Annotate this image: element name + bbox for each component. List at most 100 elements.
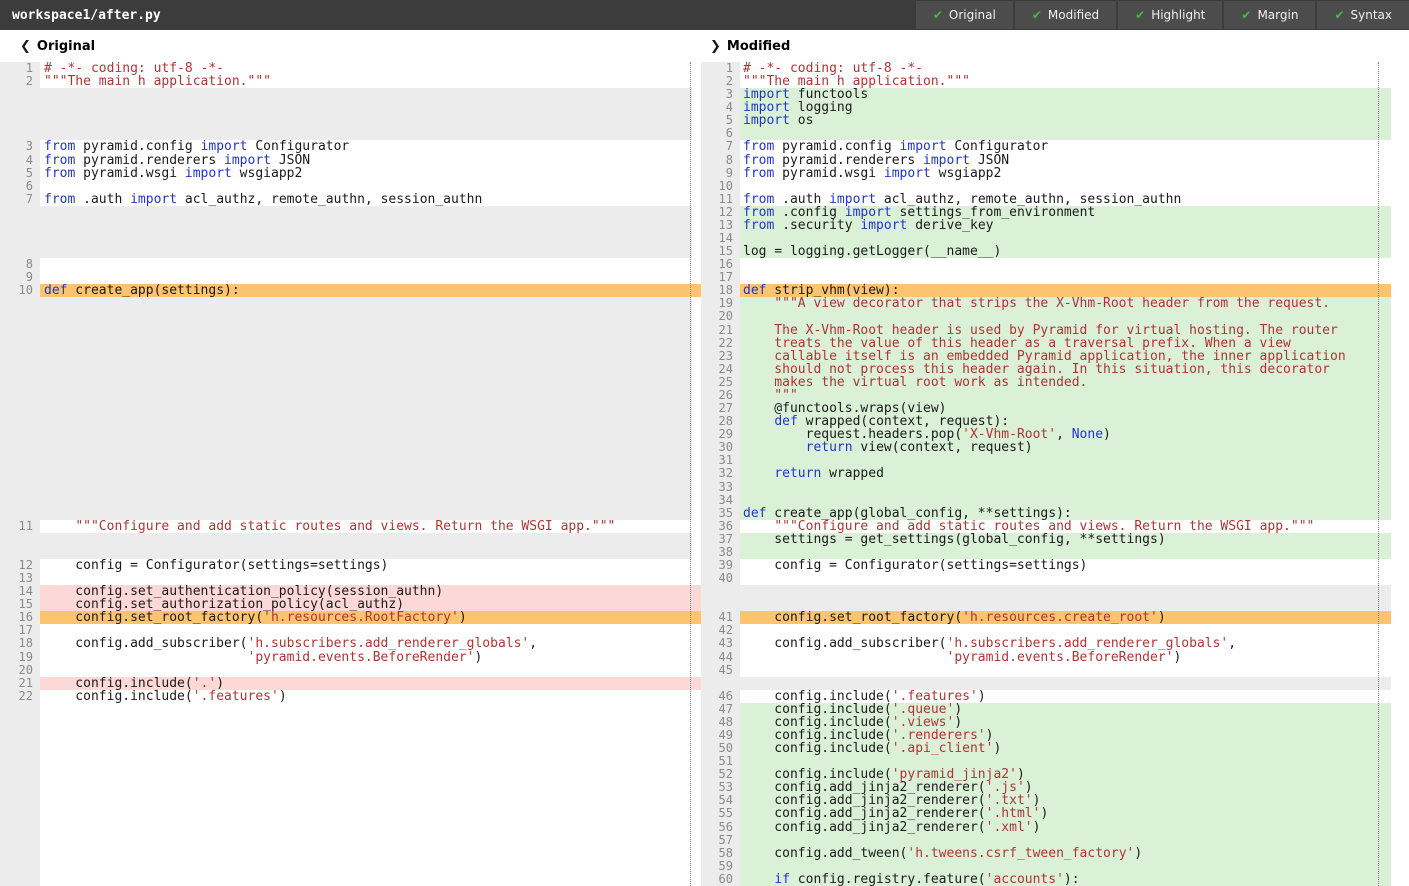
code-line-left[interactable] [40, 454, 692, 467]
code-line-left[interactable]: config.add_subscriber('h.subscribers.add… [40, 637, 692, 650]
code-line-right[interactable] [740, 127, 1391, 140]
toolbar-button-modified[interactable]: ✔Modified [1015, 1, 1116, 29]
code-line-right[interactable]: from .config import settings_from_enviro… [740, 206, 1391, 219]
code-line-right[interactable]: makes the virtual root work as intended. [740, 376, 1391, 389]
code-line-left[interactable] [40, 794, 692, 807]
code-line-left[interactable] [40, 101, 692, 114]
code-line-left[interactable] [40, 428, 692, 441]
code-line-right[interactable]: from pyramid.renderers import JSON [740, 154, 1391, 167]
code-line-left[interactable] [40, 494, 692, 507]
code-line-right[interactable] [740, 585, 1391, 598]
code-line-right[interactable] [740, 664, 1391, 677]
code-line-right[interactable]: log = logging.getLogger(__name__) [740, 245, 1391, 258]
code-line-right[interactable]: """A view decorator that strips the X-Vh… [740, 297, 1391, 310]
code-line-left[interactable] [40, 873, 692, 886]
code-line-left[interactable] [40, 742, 692, 755]
code-line-left[interactable] [40, 350, 692, 363]
code-line-right[interactable]: callable itself is an embedded Pyramid a… [740, 350, 1391, 363]
code-line-right[interactable] [740, 454, 1391, 467]
code-line-left[interactable] [40, 297, 692, 310]
code-line-right[interactable]: The X-Vhm-Root header is used by Pyramid… [740, 324, 1391, 337]
code-line-left[interactable] [40, 88, 692, 101]
chevron-right-icon[interactable]: ❯ [710, 39, 721, 54]
code-line-right[interactable]: return view(context, request) [740, 441, 1391, 454]
code-line-right[interactable] [740, 598, 1391, 611]
toolbar-button-original[interactable]: ✔Original [916, 1, 1013, 29]
code-line-left[interactable]: def create_app(settings): [40, 284, 692, 297]
code-line-left[interactable]: config = Configurator(settings=settings) [40, 559, 692, 572]
code-line-left[interactable] [40, 415, 692, 428]
code-line-left[interactable] [40, 533, 692, 546]
code-line-right[interactable]: 'pyramid.events.BeforeRender') [740, 651, 1391, 664]
code-line-right[interactable] [740, 232, 1391, 245]
code-line-left[interactable] [40, 703, 692, 716]
code-line-right[interactable]: return wrapped [740, 467, 1391, 480]
code-line-left[interactable] [40, 768, 692, 781]
code-line-left[interactable] [40, 376, 692, 389]
code-line-left[interactable] [40, 807, 692, 820]
code-line-right[interactable] [740, 271, 1391, 284]
code-line-right[interactable]: @functools.wraps(view) [740, 402, 1391, 415]
code-line-right[interactable]: request.headers.pop('X-Vhm-Root', None) [740, 428, 1391, 441]
code-line-right[interactable]: config.include('.features') [740, 690, 1391, 703]
code-line-right[interactable]: config.add_subscriber('h.subscribers.add… [740, 637, 1391, 650]
code-line-left[interactable] [40, 310, 692, 323]
code-line-left[interactable]: """The main h application.""" [40, 75, 692, 88]
code-line-left[interactable] [40, 441, 692, 454]
code-line-right[interactable]: def wrapped(context, request): [740, 415, 1391, 428]
code-line-left[interactable] [40, 572, 692, 585]
code-line-left[interactable] [40, 729, 692, 742]
code-line-left[interactable] [40, 481, 692, 494]
code-line-right[interactable] [740, 494, 1391, 507]
code-line-right[interactable] [740, 572, 1391, 585]
toolbar-button-margin[interactable]: ✔Margin [1224, 1, 1315, 29]
chevron-left-icon[interactable]: ❮ [20, 39, 31, 54]
code-line-right[interactable]: from pyramid.config import Configurator [740, 140, 1391, 153]
code-line-right[interactable]: config.include('.api_client') [740, 742, 1391, 755]
code-line-left[interactable] [40, 834, 692, 847]
code-line-right[interactable]: import logging [740, 101, 1391, 114]
code-line-right[interactable]: import os [740, 114, 1391, 127]
code-line-left[interactable] [40, 847, 692, 860]
code-line-left[interactable] [40, 324, 692, 337]
code-line-left[interactable]: config.include('.') [40, 677, 692, 690]
code-line-right[interactable] [740, 546, 1391, 559]
code-line-left[interactable] [40, 271, 692, 284]
code-line-right[interactable]: from .security import derive_key [740, 219, 1391, 232]
code-line-right[interactable] [740, 755, 1391, 768]
code-line-left[interactable] [40, 389, 692, 402]
code-line-left[interactable] [40, 507, 692, 520]
code-line-right[interactable]: config.add_jinja2_renderer('.js') [740, 781, 1391, 794]
code-line-right[interactable] [740, 624, 1391, 637]
code-line-right[interactable]: import functools [740, 88, 1391, 101]
code-line-left[interactable]: """Configure and add static routes and v… [40, 520, 692, 533]
code-line-left[interactable] [40, 114, 692, 127]
code-line-left[interactable]: config.set_authorization_policy(acl_auth… [40, 598, 692, 611]
code-line-right[interactable]: from .auth import acl_authz, remote_auth… [740, 193, 1391, 206]
code-line-left[interactable]: config.set_root_factory('h.resources.Roo… [40, 611, 692, 624]
code-line-right[interactable]: settings = get_settings(global_config, *… [740, 533, 1391, 546]
code-line-right[interactable]: config.include('.queue') [740, 703, 1391, 716]
code-line-left[interactable] [40, 664, 692, 677]
code-line-right[interactable] [740, 860, 1391, 873]
code-line-right[interactable] [740, 258, 1391, 271]
code-line-right[interactable]: config.include('.views') [740, 716, 1391, 729]
code-line-right[interactable] [740, 677, 1391, 690]
code-line-right[interactable]: def create_app(global_config, **settings… [740, 507, 1391, 520]
code-line-left[interactable] [40, 258, 692, 271]
code-line-left[interactable]: from .auth import acl_authz, remote_auth… [40, 193, 692, 206]
code-line-left[interactable]: # -*- coding: utf-8 -*- [40, 62, 692, 75]
code-line-right[interactable]: config.add_jinja2_renderer('.txt') [740, 794, 1391, 807]
code-line-left[interactable] [40, 337, 692, 350]
code-line-right[interactable]: def strip_vhm(view): [740, 284, 1391, 297]
code-line-right[interactable]: """Configure and add static routes and v… [740, 520, 1391, 533]
code-line-right[interactable]: should not process this header again. In… [740, 363, 1391, 376]
code-line-left[interactable] [40, 546, 692, 559]
code-line-right[interactable]: config.add_jinja2_renderer('.html') [740, 807, 1391, 820]
code-line-right[interactable]: treats the value of this header as a tra… [740, 337, 1391, 350]
code-line-left[interactable] [40, 232, 692, 245]
code-line-right[interactable]: """The main h application.""" [740, 75, 1391, 88]
code-line-left[interactable] [40, 402, 692, 415]
toolbar-button-highlight[interactable]: ✔Highlight [1118, 1, 1222, 29]
toolbar-button-syntax[interactable]: ✔Syntax [1317, 1, 1409, 29]
